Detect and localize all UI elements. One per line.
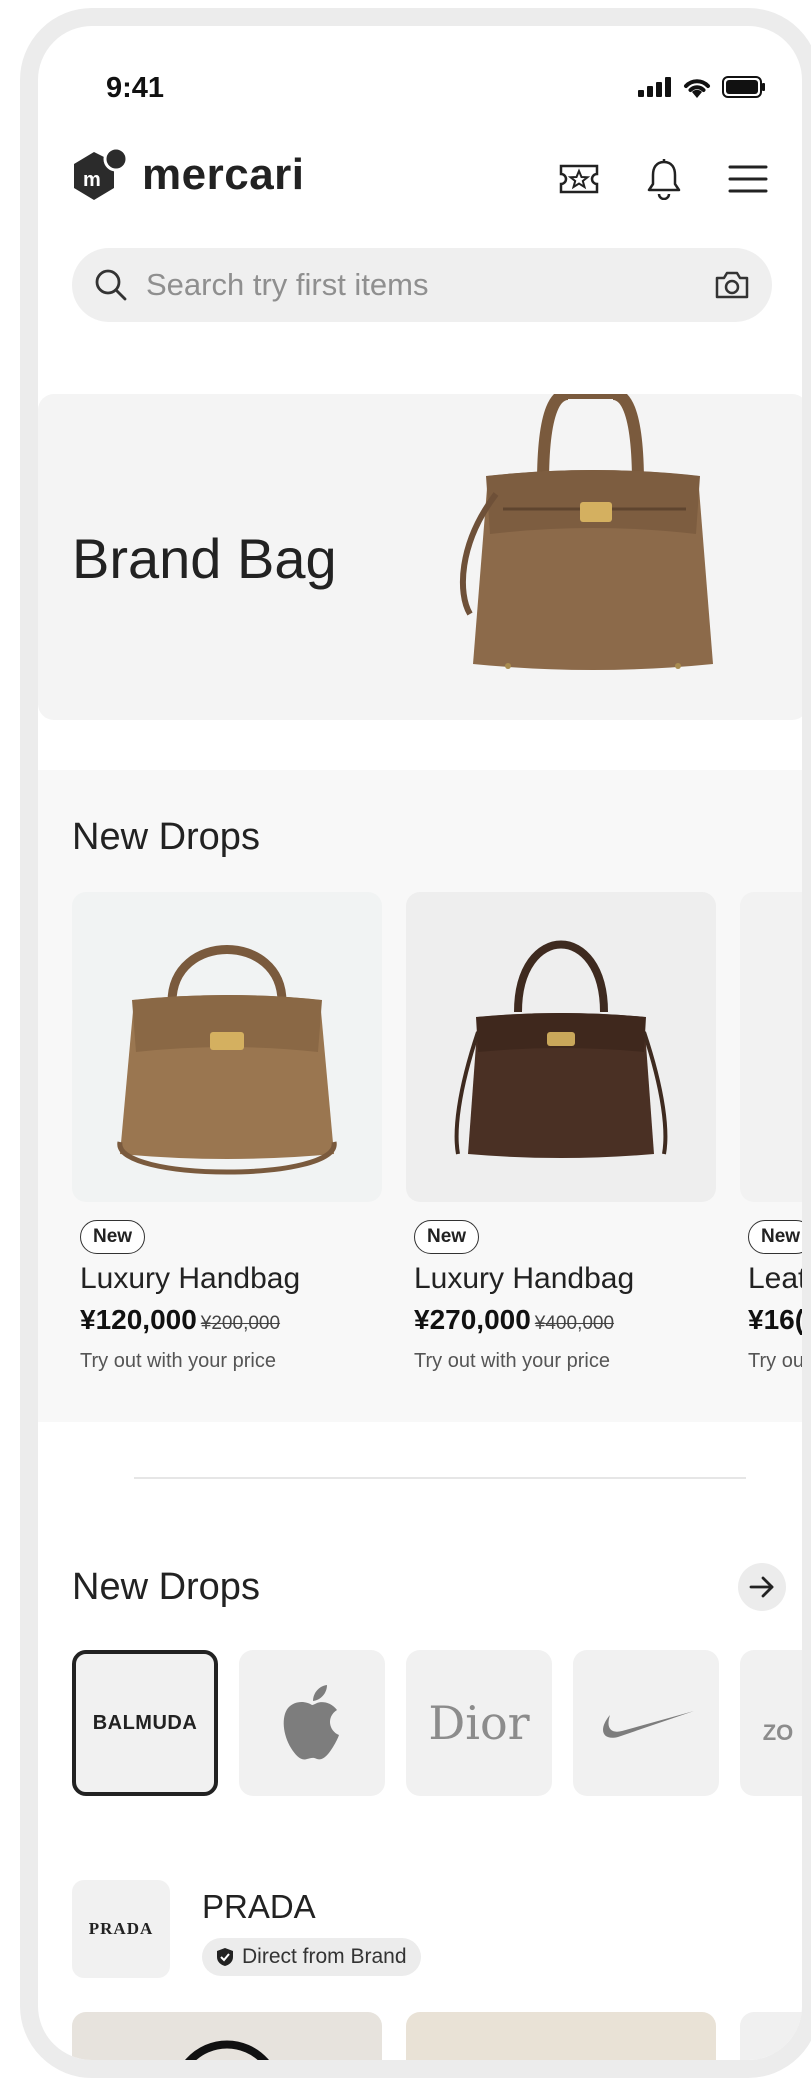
prada-logo-text: PRADA: [88, 1919, 154, 1938]
header-actions: [558, 158, 768, 200]
try-note: Try ou: [748, 1350, 802, 1372]
brand-label: Dior: [428, 1696, 530, 1750]
apple-logo-icon: [283, 1685, 339, 1760]
original-price: ¥200,000: [200, 1313, 281, 1334]
brand-tile-zoff[interactable]: ZO: [740, 1650, 802, 1796]
product-card[interactable]: New Luxury Handbag ¥270,000 ¥400,000 Try …: [406, 892, 716, 1373]
price-row: ¥120,000 ¥200,000: [80, 1304, 382, 1336]
price-row: ¥16(: [748, 1304, 802, 1336]
search-input[interactable]: Search try first items: [146, 267, 714, 303]
product-image: [740, 892, 802, 1202]
wifi-icon: [684, 79, 710, 98]
prada-logo[interactable]: PRADA: [72, 1880, 170, 1978]
logo-text: mercari: [142, 150, 305, 199]
product-image: [406, 892, 716, 1202]
svg-text:m: m: [83, 169, 101, 191]
prada-product-card[interactable]: [72, 2012, 382, 2060]
arrow-right-icon: [749, 1576, 774, 1598]
search-bar[interactable]: Search try first items: [72, 248, 772, 322]
original-price: ¥400,000: [534, 1313, 615, 1334]
brand-tile-balmuda[interactable]: BALMUDA: [72, 1650, 218, 1796]
brands-section-title: New Drops: [72, 1566, 260, 1608]
product-card[interactable]: New Luxury Handbag ¥120,000 ¥200,000 Try …: [72, 892, 382, 1373]
battery-icon: [722, 76, 765, 98]
product-name: Leat: [748, 1262, 802, 1295]
search-icon: [95, 269, 127, 301]
see-more-button[interactable]: [738, 1563, 786, 1611]
new-badge: New: [80, 1220, 146, 1254]
product-price: ¥120,000: [80, 1304, 197, 1335]
new-badge: New: [414, 1220, 480, 1254]
brand-tile-nike[interactable]: [573, 1650, 719, 1796]
brand-label: BALMUDA: [92, 1711, 198, 1734]
prada-product-card[interactable]: [406, 2012, 716, 2060]
brand-tile-apple[interactable]: [239, 1650, 385, 1796]
ticket-icon[interactable]: [558, 162, 600, 196]
tag-label: Direct from Brand: [242, 1945, 407, 1968]
try-note: Try out with your price: [80, 1350, 276, 1372]
new-badge: New: [748, 1220, 802, 1254]
nike-swoosh-icon: [603, 1711, 694, 1738]
product-name: Luxury Handbag: [414, 1262, 635, 1295]
mercari-logo-icon: m: [74, 146, 129, 200]
product-card[interactable]: New Leat ¥16( Try ou: [740, 892, 802, 1373]
try-note: Try out with your price: [414, 1350, 610, 1372]
signal-icon: [638, 77, 671, 97]
product-price: ¥270,000: [414, 1304, 531, 1335]
product-image: [185, 2040, 269, 2060]
screen: 9:41 m mercari Search try first items Br…: [38, 26, 802, 2060]
verified-shield-icon: [217, 1948, 233, 1966]
price-row: ¥270,000 ¥400,000: [414, 1304, 716, 1336]
hero-banner[interactable]: Brand Bag: [38, 394, 802, 720]
brand-name: PRADA: [202, 1888, 316, 1925]
menu-icon[interactable]: [728, 163, 768, 195]
bell-icon[interactable]: [646, 158, 682, 200]
section-divider: [134, 1477, 746, 1479]
product-image: [72, 892, 382, 1202]
camera-icon[interactable]: [714, 270, 750, 300]
mercari-logo[interactable]: m mercari: [72, 146, 305, 204]
new-drops-title: New Drops: [72, 816, 260, 858]
direct-from-brand-tag: Direct from Brand: [202, 1938, 421, 1976]
product-name: Luxury Handbag: [80, 1262, 301, 1295]
status-time: 9:41: [106, 72, 165, 104]
hero-title: Brand Bag: [72, 527, 337, 590]
hero-bag-image: [459, 394, 713, 670]
phone-frame: 9:41 m mercari Search try first items Br…: [20, 8, 811, 2078]
brand-tile-dior[interactable]: Dior: [406, 1650, 552, 1796]
product-price: ¥16(: [748, 1304, 802, 1335]
brand-label: ZO: [762, 1720, 794, 1745]
status-icons: [638, 76, 766, 98]
prada-product-card[interactable]: [740, 2012, 802, 2060]
